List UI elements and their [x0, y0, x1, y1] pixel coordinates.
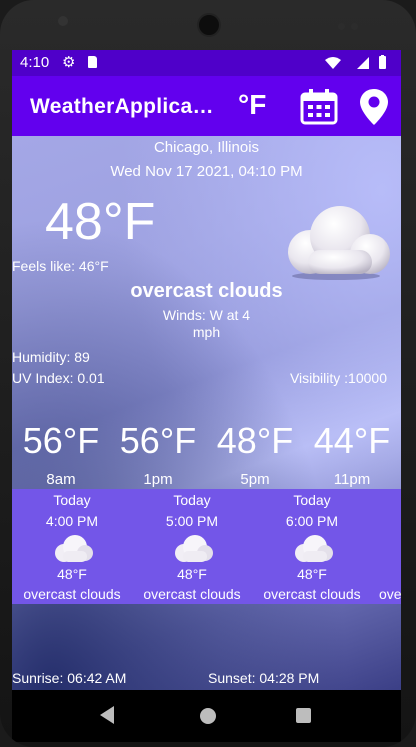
hourly-time: 1pm	[143, 471, 173, 488]
forecast-day: Today	[173, 492, 211, 508]
forecast-time: 5:00 PM	[165, 513, 219, 529]
visibility: Visibility :10000	[289, 370, 387, 386]
forecast-day: Today	[53, 492, 91, 508]
winds-line-2: mph	[192, 324, 221, 340]
sensors	[338, 17, 364, 30]
forecast-desc: overcast clouds	[263, 586, 361, 602]
hourly-temp: 56°F	[119, 420, 197, 461]
overcast-cloud-icon	[175, 535, 213, 562]
winds-line-1: Winds: W at 4	[162, 307, 251, 323]
forecast-day: Today	[293, 492, 331, 508]
weather-content: Chicago, Illinois Wed Nov 17 2021, 04:10…	[12, 50, 401, 690]
overcast-cloud-icon	[295, 535, 333, 562]
hourly-temp: 44°F	[313, 420, 391, 461]
hourly-temp: 56°F	[22, 420, 100, 461]
forecast-desc: overcast clouds	[143, 586, 241, 602]
navigation-bar	[12, 690, 401, 742]
uv-index: UV Index: 0.01	[12, 370, 105, 386]
sunrise: Sunrise: 06:42 AM	[12, 670, 127, 686]
recent-apps-icon[interactable]	[296, 708, 311, 723]
winds: Winds: W at 4 mph	[12, 307, 401, 341]
overcast-cloud-icon	[288, 206, 390, 280]
current-datetime: Wed Nov 17 2021, 04:10 PM	[110, 163, 303, 180]
current-temperature: 48°F	[45, 193, 156, 251]
forecast-desc: overcast clouds	[379, 586, 401, 602]
humidity: Humidity: 89	[12, 349, 90, 365]
phone-frame: 4:10 ⚙ WeatherApplication °F Chicago, Il…	[0, 0, 416, 747]
hourly-time: 8am	[46, 471, 76, 488]
earpiece-speaker	[197, 13, 221, 37]
forecast-temp: 48°F	[177, 566, 207, 582]
weather-description: overcast clouds	[130, 280, 283, 302]
home-icon[interactable]	[200, 708, 216, 724]
forecast-temp: 48°F	[57, 566, 87, 582]
forecast-time: 6:00 PM	[285, 513, 339, 529]
front-camera	[58, 16, 68, 26]
forecast-time: 4:00 PM	[45, 513, 99, 529]
feels-like: Feels like: 46°F	[12, 258, 109, 274]
forecast-desc: overcast clouds	[23, 586, 121, 602]
forecast-temp: 48°F	[297, 566, 327, 582]
overcast-cloud-icon	[55, 535, 93, 562]
hourly-time: 11pm	[333, 471, 371, 488]
hourly-temp: 48°F	[216, 420, 294, 461]
sunset: Sunset: 04:28 PM	[208, 670, 320, 686]
forecast-strip[interactable]: Today 4:00 PM 48°F overcast clouds Today…	[12, 489, 401, 604]
hourly-time: 5pm	[240, 471, 270, 488]
city-name: Chicago, Illinois	[153, 139, 260, 156]
back-icon[interactable]	[100, 706, 114, 724]
